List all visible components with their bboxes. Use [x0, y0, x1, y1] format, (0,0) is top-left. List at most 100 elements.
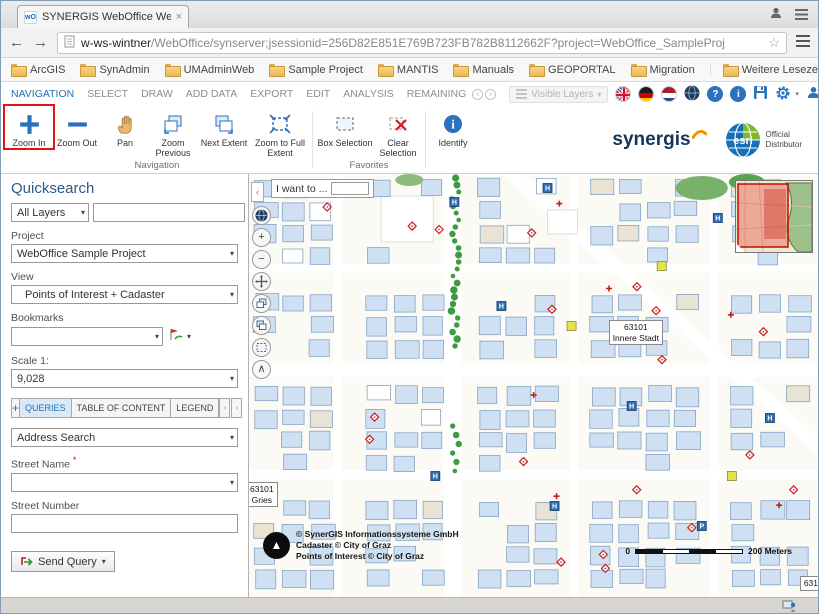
scale-bar: 0 200 Meters — [625, 546, 792, 556]
zoom-in-tool[interactable]: Zoom In — [5, 106, 53, 148]
info-button[interactable]: i — [730, 86, 746, 102]
url-host: w-ws-wintner — [81, 36, 151, 50]
tool-label: Box Selection — [317, 138, 372, 148]
street-number-label: Street Number — [11, 500, 238, 512]
layer-filter-select[interactable]: All Layers▾ — [11, 203, 89, 222]
ribbon-group-identify: i Identify — [429, 106, 477, 173]
bookmark-sample-project[interactable]: Sample Project — [269, 64, 363, 76]
map-full-extent-button[interactable] — [252, 338, 271, 357]
quicksearch-input[interactable] — [93, 203, 245, 222]
menubar-right-tools: Visible Layers ▾ ? i ▾ ▾ ∧ — [509, 85, 819, 104]
visible-layers-dropdown[interactable]: Visible Layers ▾ — [509, 86, 608, 103]
tab-select[interactable]: SELECT — [87, 88, 128, 100]
browser-tab[interactable]: wO SYNERGIS WebOffice Web × — [17, 5, 189, 28]
bookmark-label: GEOPORTAL — [548, 64, 615, 76]
url-text[interactable]: w-ws-wintner/WebOffice/synserver;jsessio… — [81, 36, 762, 50]
bookmarks-more[interactable]: Weitere Lesezeichen — [710, 64, 819, 76]
map-zoom-in-button[interactable]: + — [252, 228, 271, 247]
tab-navigation[interactable]: NAVIGATION — [11, 88, 74, 100]
add-bookmark-icon[interactable] — [167, 326, 183, 347]
globe-icon[interactable] — [684, 85, 700, 104]
box-selection-icon — [333, 110, 357, 138]
bookmark-migration[interactable]: Migration — [631, 64, 695, 76]
svg-text:H: H — [433, 474, 438, 481]
session-user-icon[interactable] — [782, 599, 796, 614]
user-menu-button[interactable] — [806, 85, 819, 103]
bookmarks-select[interactable]: ▾ — [11, 327, 163, 346]
overview-map[interactable] — [735, 180, 813, 253]
box-selection-tool[interactable]: Box Selection — [316, 106, 374, 148]
street-number-input[interactable] — [11, 514, 238, 533]
map-toolbar: + − ∧ — [252, 206, 271, 379]
identify-tool[interactable]: i Identify — [429, 106, 477, 148]
bookmark-manuals[interactable]: Manuals — [453, 64, 514, 76]
bookmark-geoportal[interactable]: GEOPORTAL — [529, 64, 615, 76]
flag-english-icon[interactable] — [615, 86, 631, 102]
map-copyright: ▲ © SynerGIS Informationssysteme GmbH Ca… — [263, 529, 459, 562]
back-button[interactable]: ← — [9, 35, 24, 50]
send-query-button[interactable]: Send Query ▾ — [11, 551, 115, 572]
project-select[interactable]: WebOffice Sample Project▾ — [11, 244, 238, 263]
tool-label: Pan — [117, 138, 133, 148]
browser-menu-icon[interactable] — [796, 34, 810, 52]
overview-collapse-icon[interactable] — [736, 243, 745, 252]
sidebar-collapse-button[interactable]: ‹ — [251, 182, 264, 202]
help-button[interactable]: ? — [707, 86, 723, 102]
map-toolbar-collapse-button[interactable]: ∧ — [252, 360, 271, 379]
street-name-input[interactable] — [11, 473, 238, 492]
scale-select[interactable]: 9,028▾ — [11, 369, 238, 388]
bookmark-arcgis[interactable]: ArcGIS — [11, 64, 65, 76]
tab-legend[interactable]: LEGEND — [171, 398, 219, 418]
flag-german-icon[interactable] — [638, 86, 654, 102]
tab-add-data[interactable]: ADD DATA — [186, 88, 238, 100]
tab-favicon-icon: wO — [24, 11, 37, 24]
tab-pager-prev-icon[interactable]: ‹ — [472, 89, 483, 100]
required-mark: * — [73, 455, 76, 465]
tab-analysis[interactable]: ANALYSIS — [343, 88, 394, 100]
chevron-down-icon[interactable]: ▾ — [187, 332, 191, 341]
next-extent-tool[interactable]: Next Extent — [197, 106, 251, 148]
map-next-extent-button[interactable] — [252, 316, 271, 335]
zoom-out-tool[interactable]: Zoom Out — [53, 106, 101, 148]
clear-selection-tool[interactable]: Clear Selection — [374, 106, 422, 159]
settings-button[interactable] — [775, 85, 791, 104]
zoom-full-extent-tool[interactable]: Zoom to Full Extent — [251, 106, 309, 159]
i-want-to-input[interactable] — [331, 182, 369, 195]
bookmark-star-icon[interactable]: ☆ — [768, 35, 780, 51]
map-pan-button[interactable] — [252, 272, 271, 291]
map-globe-button[interactable] — [252, 206, 271, 225]
map-zoom-out-button[interactable]: − — [252, 250, 271, 269]
url-path: /WebOffice/synserver;jsessionid=256D82E8… — [151, 36, 725, 50]
add-tab-button[interactable]: + — [11, 398, 20, 418]
forward-button[interactable]: → — [33, 35, 48, 50]
tool-label: Zoom Previous — [149, 138, 197, 159]
tab-close-icon[interactable]: × — [176, 11, 182, 23]
bookmark-synadmin[interactable]: SynAdmin — [80, 64, 149, 76]
i-want-to-label: I want to ... — [276, 183, 327, 195]
bookmark-label: Migration — [650, 64, 695, 76]
pan-tool[interactable]: Pan — [101, 106, 149, 148]
save-button[interactable] — [753, 85, 768, 103]
view-select[interactable]: Points of Interest + Cadaster▾ — [11, 285, 238, 304]
url-bar[interactable]: w-ws-wintner/WebOffice/synserver;jsessio… — [57, 32, 787, 54]
tab-edit[interactable]: EDIT — [306, 88, 330, 100]
bookmark-mantis[interactable]: MANTIS — [378, 64, 439, 76]
tab-draw[interactable]: DRAW — [141, 88, 173, 100]
flag-dutch-icon[interactable] — [661, 86, 677, 102]
bookmark-umadminweb[interactable]: UMAdminWeb — [165, 64, 255, 76]
tab-pager-prev-icon[interactable]: ‹ — [219, 398, 230, 418]
tab-pager-next-icon[interactable]: › — [485, 89, 496, 100]
zoom-previous-tool[interactable]: Zoom Previous — [149, 106, 197, 159]
tab-export[interactable]: EXPORT — [250, 88, 293, 100]
map-viewport[interactable]: HHHHHHHHP ‹ I want to ... + − ∧ — [249, 174, 818, 597]
tab-pager-next-icon[interactable]: › — [231, 398, 242, 418]
window-menu-icon[interactable] — [795, 7, 808, 25]
tab-table-of-content[interactable]: TABLE OF CONTENT — [72, 398, 172, 418]
map-previous-extent-button[interactable] — [252, 294, 271, 313]
user-profile-icon[interactable] — [769, 6, 783, 25]
tab-queries[interactable]: QUERIES — [20, 398, 72, 418]
chevron-down-icon: ▾ — [102, 557, 106, 566]
chevron-down-icon[interactable]: ▾ — [230, 478, 234, 487]
query-template-select[interactable]: Address Search▾ — [11, 428, 238, 447]
tab-remaining[interactable]: REMAINING — [407, 88, 467, 100]
